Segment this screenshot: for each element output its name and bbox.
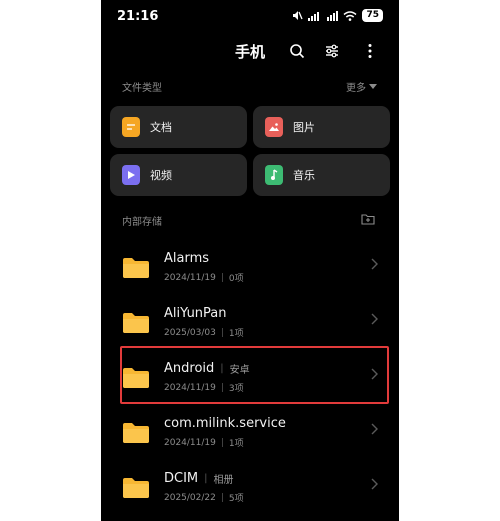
caret-down-icon	[369, 83, 377, 89]
folder-name: DCIM | 相册	[164, 471, 234, 486]
signal-icon	[308, 11, 320, 21]
folder-row-com-milink-service[interactable]: com.milink.service 2024/11/19 | 1项	[101, 412, 399, 466]
folder-count: 1项	[228, 329, 244, 339]
folder-row-dcim[interactable]: DCIM | 相册 2025/02/22 | 5项	[101, 467, 399, 521]
internal-storage-label: 内部存储	[122, 217, 162, 228]
folder-icon	[123, 478, 149, 498]
folder-date: 2024/11/19	[164, 437, 216, 448]
category-label: 文档	[150, 121, 172, 134]
signal-icon-2	[327, 10, 339, 21]
folder-icon	[123, 258, 149, 278]
status-icons: 75	[291, 9, 383, 22]
chevron-right-icon	[371, 258, 378, 270]
folder-count: 1项	[228, 439, 244, 449]
folder-name: AliYunPan	[164, 306, 227, 321]
folder-date: 2025/02/22	[164, 492, 216, 503]
folder-meta: 2024/11/19 | 1项	[164, 437, 244, 450]
page-title: 手机	[235, 43, 266, 61]
music-icon	[265, 165, 283, 185]
folder-meta: 2024/11/19 | 0项	[164, 272, 244, 285]
new-folder-icon[interactable]	[361, 213, 375, 225]
category-label: 音乐	[293, 169, 315, 182]
folder-icon	[123, 313, 149, 333]
more-label: 更多	[346, 83, 366, 94]
document-icon	[122, 117, 140, 137]
category-documents[interactable]: 文档	[110, 106, 247, 148]
category-videos[interactable]: 视频	[110, 154, 247, 196]
folder-row-alarms[interactable]: Alarms 2024/11/19 | 0项	[101, 247, 399, 301]
video-icon	[122, 165, 140, 185]
file-types-label: 文件类型	[122, 83, 162, 94]
image-icon	[265, 117, 283, 137]
app-header: 手机	[101, 36, 399, 66]
search-button[interactable]	[286, 40, 308, 62]
filter-button[interactable]	[321, 40, 343, 62]
folder-tag: 相册	[213, 475, 234, 486]
wifi-icon	[343, 10, 357, 21]
folder-meta: 2025/03/03 | 1项	[164, 327, 244, 340]
mute-icon	[293, 11, 304, 20]
category-images[interactable]: 图片	[253, 106, 390, 148]
category-label: 图片	[293, 121, 315, 134]
folder-date: 2025/03/03	[164, 327, 216, 338]
folder-count: 0项	[228, 274, 244, 284]
folder-name: Alarms	[164, 251, 210, 266]
more-options-button[interactable]	[359, 40, 381, 62]
sliders-icon	[326, 44, 338, 58]
more-vertical-icon	[368, 44, 372, 58]
folder-date: 2024/11/19	[164, 272, 216, 283]
phone-screen: 21:16 75 手机 文件类型 更多 文档 图片 视频 音乐 内部存储 Ala…	[101, 0, 399, 521]
highlight-box	[120, 346, 389, 404]
folder-meta: 2025/02/22 | 5项	[164, 492, 244, 505]
status-time: 21:16	[117, 9, 159, 24]
category-music[interactable]: 音乐	[253, 154, 390, 196]
search-icon	[290, 44, 305, 59]
chevron-right-icon	[371, 478, 378, 490]
folder-count: 5项	[228, 494, 244, 504]
battery-indicator: 75	[362, 9, 383, 22]
status-bar: 21:16 75	[101, 0, 399, 34]
chevron-right-icon	[371, 313, 378, 325]
more-button[interactable]: 更多	[346, 79, 377, 94]
category-label: 视频	[150, 169, 172, 182]
folder-name: com.milink.service	[164, 416, 286, 431]
chevron-right-icon	[371, 423, 378, 435]
folder-icon	[123, 423, 149, 443]
